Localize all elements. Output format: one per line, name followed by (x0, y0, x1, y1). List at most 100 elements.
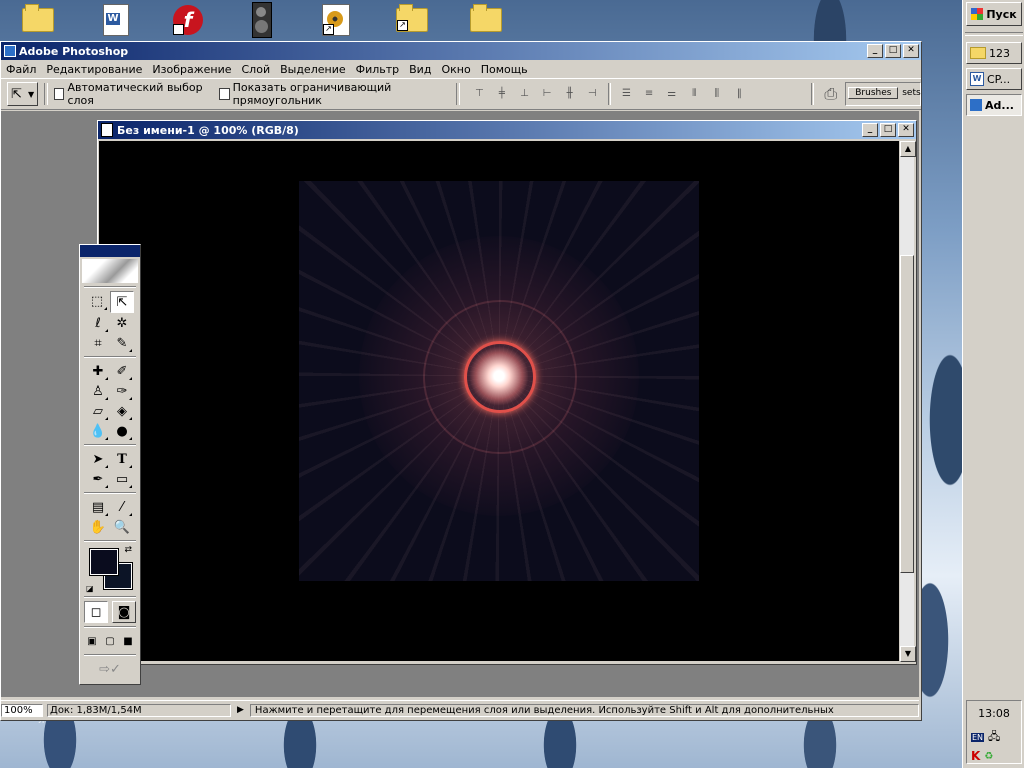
distribute-bottom-icon[interactable]: ⚌ (661, 85, 682, 103)
document-titlebar[interactable]: Без имени-1 @ 100% (RGB/8) _ □ ✕ (98, 121, 916, 139)
scroll-thumb[interactable] (900, 255, 914, 573)
language-indicator[interactable]: EN (971, 733, 985, 742)
canvas-area[interactable] (99, 141, 899, 661)
brush-tool-icon[interactable]: ✐ (111, 361, 133, 381)
tray-app-icon[interactable]: ♻ (984, 751, 993, 762)
menu-bar: Файл Редактирование Изображение Слой Выд… (1, 60, 921, 78)
eyedropper-icon[interactable]: ⁄ (111, 497, 133, 517)
swap-colors-icon[interactable]: ⇄ (124, 545, 132, 555)
blur-tool-icon[interactable]: 💧 (87, 421, 109, 441)
distribute-left-icon[interactable]: ⫴ (684, 85, 705, 103)
hand-tool-icon[interactable]: ✋ (87, 517, 109, 537)
pen-tool-icon[interactable]: ✒ (87, 469, 109, 489)
clock[interactable]: 13:08 (967, 707, 1021, 720)
distribute-hcenter-icon[interactable]: ⫼ (707, 85, 728, 103)
flash-icon[interactable]: f ↗ (168, 2, 208, 38)
magic-wand-icon[interactable]: ✲ (111, 313, 133, 333)
distribute-vcenter-icon[interactable]: ≡ (639, 85, 660, 103)
antivirus-icon[interactable]: K (971, 749, 980, 763)
network-icon[interactable]: 🖧 (988, 728, 1000, 747)
palette-well-icon[interactable]: ⎙ (824, 84, 837, 104)
menu-help[interactable]: Помощь (476, 63, 533, 76)
adobe-online-icon[interactable] (82, 259, 138, 283)
path-selection-icon[interactable]: ➤ (87, 449, 109, 469)
document-title: Без имени-1 @ 100% (RGB/8) (117, 123, 299, 137)
menu-edit[interactable]: Редактирование (41, 63, 147, 76)
scroll-up-button[interactable]: ▲ (900, 141, 916, 157)
menu-layer[interactable]: Слой (237, 63, 276, 76)
quick-mask-icon[interactable]: ◙ (112, 601, 136, 623)
start-button[interactable]: Пуск (966, 2, 1022, 26)
window-title: Adobe Photoshop (19, 44, 129, 58)
scroll-down-button[interactable]: ▼ (900, 646, 916, 662)
auto-select-checkbox[interactable] (53, 88, 65, 100)
show-bounds-checkbox[interactable] (219, 88, 230, 100)
foreground-color-swatch[interactable] (89, 548, 119, 576)
align-vcenter-icon[interactable]: ╪ (492, 85, 513, 103)
doc-maximize-button[interactable]: □ (880, 123, 896, 137)
taskbar-label: CP... (987, 72, 1011, 86)
folder-icon[interactable]: ↗ (392, 2, 432, 38)
status-arrow-icon[interactable]: ▶ (237, 705, 244, 715)
type-tool-icon[interactable]: T (111, 449, 133, 469)
taskbar-button-cp[interactable]: W CP... (966, 68, 1022, 90)
speaker-icon[interactable] (242, 2, 282, 38)
media-icon[interactable]: ↗ (316, 2, 356, 38)
menu-window[interactable]: Окно (436, 63, 475, 76)
history-brush-icon[interactable]: ✑ (111, 381, 133, 401)
menu-filter[interactable]: Фильтр (351, 63, 405, 76)
full-screen-icon[interactable]: ■ (120, 631, 136, 651)
photoshop-titlebar[interactable]: Adobe Photoshop _ □ ✕ (1, 42, 921, 60)
eraser-tool-icon[interactable]: ▱ (87, 401, 109, 421)
align-left-icon[interactable]: ⊢ (537, 85, 558, 103)
menu-image[interactable]: Изображение (147, 63, 236, 76)
maximize-button[interactable]: □ (885, 44, 901, 58)
chevron-down-icon: ▼ (27, 89, 35, 99)
shape-tool-icon[interactable]: ▭ (111, 469, 133, 489)
toolbox-titlebar[interactable] (80, 245, 140, 257)
align-bottom-icon[interactable]: ⊥ (514, 85, 535, 103)
folder-icon[interactable] (466, 2, 506, 38)
standard-screen-icon[interactable]: ▣ (84, 631, 100, 651)
marquee-tool-icon[interactable]: ⬚ (86, 291, 108, 311)
taskbar-button-123[interactable]: 123 (966, 42, 1022, 64)
distribute-right-icon[interactable]: ‖ (729, 85, 750, 103)
close-button[interactable]: ✕ (903, 44, 919, 58)
folder-icon[interactable] (18, 2, 58, 38)
full-screen-menu-icon[interactable]: ▢ (102, 631, 118, 651)
align-top-icon[interactable]: ⊤ (469, 85, 490, 103)
paint-bucket-icon[interactable]: ◈ (111, 401, 133, 421)
doc-size[interactable]: Док: 1,83M/1,54M (47, 703, 231, 717)
standard-mode-icon[interactable]: ◻ (84, 601, 108, 623)
menu-file[interactable]: Файл (1, 63, 41, 76)
brushes-tab[interactable]: Brushes (848, 87, 899, 99)
default-colors-icon[interactable]: ◪ (86, 584, 94, 593)
crop-tool-icon[interactable]: ⌗ (87, 333, 109, 353)
word-doc-icon[interactable]: W (96, 2, 136, 38)
zoom-field[interactable]: 100% (1, 703, 43, 717)
clone-stamp-icon[interactable]: ♙ (87, 381, 109, 401)
jump-to-imageready-icon[interactable]: ⇨✓ (95, 659, 125, 679)
healing-brush-icon[interactable]: ✚ (87, 361, 109, 381)
notes-tool-icon[interactable]: ▤ (87, 497, 109, 517)
doc-close-button[interactable]: ✕ (898, 123, 914, 137)
image-canvas[interactable] (299, 181, 699, 581)
move-tool-icon[interactable]: ⇱ (110, 291, 134, 313)
slice-tool-icon[interactable]: ✎ (111, 333, 133, 353)
toolbox: ⬚ ⇱ ℓ ✲ ⌗ ✎ ✚ ✐ ♙ ✑ ▱ ◈ 💧 ● ➤ T ✒ ▭ ▤ ⁄ ✋ 🔍 ⇄ ◪ ◻ ◙… (79, 244, 141, 685)
menu-select[interactable]: Выделение (275, 63, 351, 76)
minimize-button[interactable]: _ (867, 44, 883, 58)
distribute-top-icon[interactable]: ☰ (616, 85, 637, 103)
menu-view[interactable]: Вид (404, 63, 436, 76)
taskbar-button-adobe[interactable]: Ad... (966, 94, 1022, 116)
lasso-tool-icon[interactable]: ℓ (87, 313, 109, 333)
presets-tab[interactable]: sets (902, 88, 920, 98)
vertical-scrollbar[interactable]: ▲ ▼ (900, 141, 916, 662)
zoom-tool-icon[interactable]: 🔍 (111, 517, 133, 537)
tool-preset-picker[interactable]: ⇱ ▼ (7, 82, 39, 106)
align-hcenter-icon[interactable]: ╫ (559, 85, 580, 103)
dodge-tool-icon[interactable]: ● (111, 421, 133, 441)
align-right-icon[interactable]: ⊣ (582, 85, 603, 103)
taskbar-label: 123 (989, 46, 1010, 60)
doc-minimize-button[interactable]: _ (862, 123, 878, 137)
